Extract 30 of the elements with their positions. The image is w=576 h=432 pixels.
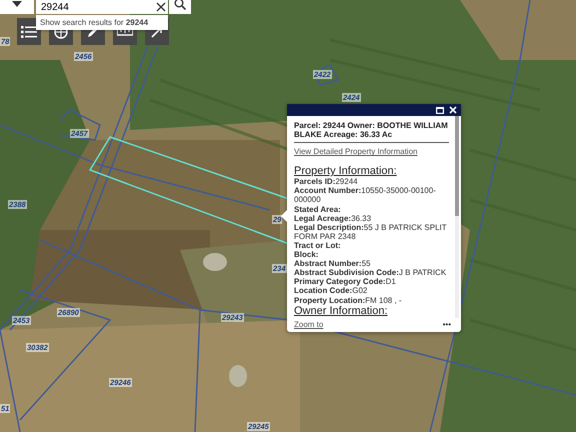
- attribute-text: Legal Description:55 J B PATRICK SPLIT FORM PAR 2348: [294, 222, 448, 241]
- more-menu-button[interactable]: •••: [442, 320, 451, 329]
- section-heading: Property Information:: [294, 165, 398, 178]
- maximize-icon[interactable]: [436, 106, 444, 114]
- attribute-text: Tract or Lot:: [294, 240, 342, 250]
- dropdown-button[interactable]: [0, 0, 34, 14]
- attribute-text: Legal Acreage:36.33: [294, 214, 372, 223]
- attribute-text: Abstract Number:55: [294, 259, 372, 268]
- attribute-text: Account Number:10550-35000-00100-000000: [294, 186, 437, 205]
- layer-list-tool-button[interactable]: [17, 18, 41, 45]
- search-field[interactable]: 29244: [36, 0, 153, 14]
- attribute-text: Stated Area:: [294, 204, 342, 214]
- attribute-text: Location Code:G02: [294, 286, 368, 296]
- detail-link[interactable]: View Detailed Property Information: [294, 147, 418, 156]
- list-icon: [21, 24, 37, 38]
- search-icon: [174, 0, 186, 10]
- search-button[interactable]: [169, 0, 191, 14]
- attribute-text: Primary Category Code:D1: [294, 277, 397, 286]
- attribute-text: Property Location:FM 108 , -: [294, 296, 403, 305]
- clear-icon: [156, 2, 166, 12]
- zoom-to-link[interactable]: Zoom to: [294, 320, 324, 329]
- popup-title: Parcel: 29244 Owner: BOOTHE WILLIAM BLAKE Acreage: 36.33 Ac: [294, 121, 449, 140]
- attribute-text: Parcels ID:29244: [294, 177, 359, 186]
- attribute-text: Abstract Subdivision Code:J B PATRICK: [294, 268, 448, 278]
- section-heading: Owner Information:: [294, 304, 389, 317]
- clear-button[interactable]: [153, 0, 168, 14]
- attribute-text: Block:: [294, 250, 320, 260]
- scrollbar[interactable]: [455, 116, 459, 318]
- caret-icon: [12, 1, 22, 7]
- close-icon[interactable]: [449, 106, 457, 114]
